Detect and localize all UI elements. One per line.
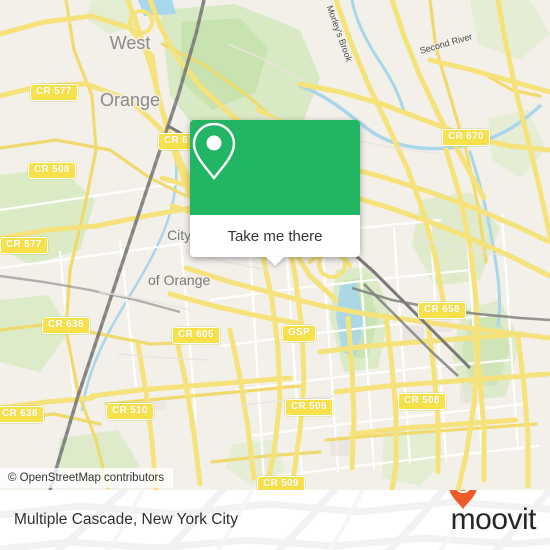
location-title: Multiple Cascade, New York City [14,511,238,528]
take-me-there-label: Take me there [227,227,323,245]
popup-action[interactable]: Take me there [190,215,360,266]
road-shield[interactable]: CR 658 [418,302,466,319]
osm-attribution[interactable]: © OpenStreetMap contributors [0,468,174,488]
map-screen: .lgrn{fill:#cfe8b5} .dgrn{fill:#c2e0a6} … [0,0,550,550]
road-shield[interactable]: CR 508 [28,162,76,179]
road-shield[interactable]: CR 577 [30,84,78,101]
place-label-newark: Newark [484,470,545,490]
popup-header [190,120,360,215]
road-shield[interactable]: CR 638 [42,317,90,334]
location-popup[interactable]: Take me there [190,120,360,266]
road-shield[interactable]: CR 670 [442,129,490,146]
road-shield[interactable]: CR 509 [285,399,333,416]
place-label-west-orange: West Orange [100,33,161,110]
road-shield[interactable]: CR 509 [257,476,305,490]
road-shield[interactable]: CR 510 [106,403,154,420]
moovit-logo[interactable]: moovit [448,490,537,550]
popup-pointer [266,257,284,266]
road-shield-gsp[interactable]: GSP [282,325,317,342]
road-shield[interactable]: CR 605 [172,327,220,344]
footer-bar: Multiple Cascade, New York City moovit [0,490,550,550]
road-shield[interactable]: CR 577 [0,237,48,254]
road-shield[interactable]: CR 508 [398,393,446,410]
map-canvas[interactable]: .lgrn{fill:#cfe8b5} .dgrn{fill:#c2e0a6} … [0,0,550,490]
road-shield[interactable]: CR 638 [0,406,44,423]
